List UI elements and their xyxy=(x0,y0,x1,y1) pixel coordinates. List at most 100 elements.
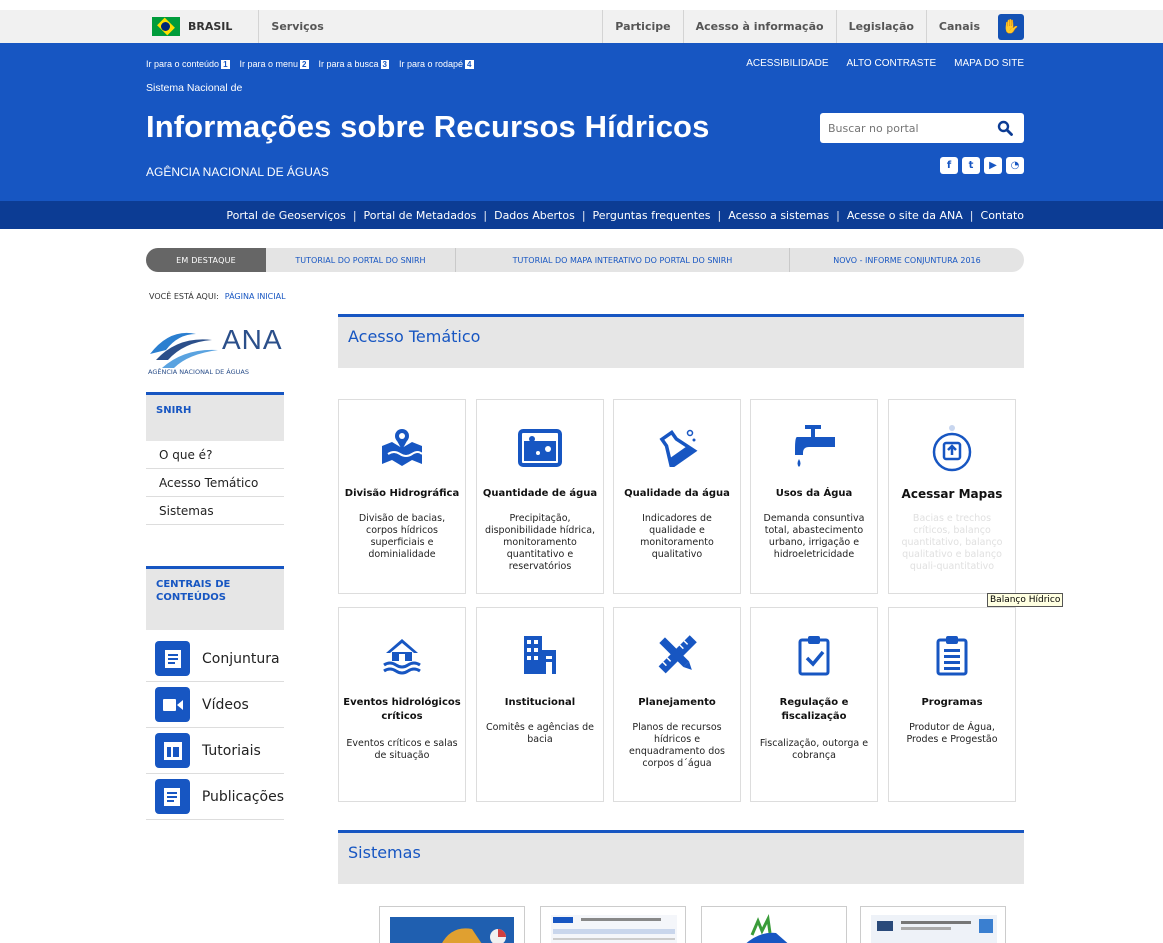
card-description: Comitês e agências de bacia xyxy=(486,722,594,745)
nav-dados-abertos[interactable]: Dados Abertos xyxy=(494,209,575,222)
card-acessar-mapas[interactable]: Acessar Mapas Bacias e trechos críticos,… xyxy=(888,399,1016,594)
card-description: Planos de recursos hídricos e enquadrame… xyxy=(629,722,725,769)
sidebar-item-sistemas[interactable]: Sistemas xyxy=(146,497,284,525)
sidebar-item-acesso-tematico[interactable]: Acesso Temático xyxy=(146,469,284,497)
card-quantidade-agua[interactable]: Quantidade de água Precipitação, disponi… xyxy=(476,399,604,594)
brasil-link[interactable]: BRASIL xyxy=(146,10,260,43)
highlight-tutorial-mapa[interactable]: TUTORIAL DO MAPA INTERATIVO DO PORTAL DO… xyxy=(456,248,790,272)
video-camera-icon xyxy=(155,687,190,722)
participe-link[interactable]: Participe xyxy=(602,10,682,43)
central-item-videos[interactable]: Vídeos xyxy=(146,682,284,728)
card-description: Divisão de bacias, corpos hídricos super… xyxy=(358,513,446,560)
card-institucional[interactable]: Institucional Comitês e agências de baci… xyxy=(476,607,604,802)
acessibilidade-link[interactable]: ACESSIBILIDADE xyxy=(746,58,828,69)
map-screenshot-icon xyxy=(390,917,514,943)
brasil-label: BRASIL xyxy=(188,20,233,33)
document-icon xyxy=(155,641,190,676)
card-title: Quantidade de água xyxy=(482,488,598,499)
alto-contraste-link[interactable]: ALTO CONTRASTE xyxy=(847,58,937,69)
rss-icon[interactable]: ◔ xyxy=(1006,157,1024,174)
flask-icon xyxy=(614,420,740,474)
acesso-informacao-link[interactable]: Acesso à informação xyxy=(682,10,836,43)
flood-house-icon xyxy=(339,628,465,682)
card-programas[interactable]: Programas Produtor de Água, Prodes e Pro… xyxy=(888,607,1016,802)
ana-wave-icon xyxy=(150,332,218,368)
skip-menu-link[interactable]: Ir para o menu 2 xyxy=(240,59,315,69)
card-description: Eventos críticos e salas de situação xyxy=(346,738,458,761)
centrais-title-line1: CENTRAIS DE xyxy=(156,579,231,590)
card-title: Divisão Hidrográfica xyxy=(344,488,460,499)
card-title: Usos da Água xyxy=(775,488,853,499)
water-tank-icon xyxy=(477,420,603,474)
building-icon xyxy=(477,628,603,682)
search-icon[interactable] xyxy=(990,120,1020,136)
card-description: Demanda consuntiva total, abastecimento … xyxy=(763,513,865,560)
ana-logo-text: ANA xyxy=(222,324,283,355)
highlights-label: EM DESTAQUE xyxy=(146,248,266,272)
central-item-label: Publicações xyxy=(201,788,284,805)
nav-acesso-sistemas[interactable]: Acesso a sistemas xyxy=(728,209,829,222)
ana-logo[interactable]: ANA AGÊNCIA NACIONAL DE ÁGUAS xyxy=(148,318,288,382)
layout-icon xyxy=(155,733,190,768)
card-regulacao[interactable]: Regulação e fiscalização Fiscalização, o… xyxy=(750,607,878,802)
card-title: Qualidade da água xyxy=(624,488,730,499)
youtube-icon[interactable]: ▶ xyxy=(984,157,1002,174)
site-title[interactable]: Informações sobre Recursos Hídricos xyxy=(146,109,709,145)
central-item-tutoriais[interactable]: Tutoriais xyxy=(146,728,284,774)
nav-metadados[interactable]: Portal de Metadados xyxy=(364,209,477,222)
search-input[interactable] xyxy=(820,114,990,142)
card-planejamento[interactable]: Planejamento Planos de recursos hídricos… xyxy=(613,607,741,802)
breadcrumb-home[interactable]: PÁGINA INICIAL xyxy=(225,292,286,301)
facebook-icon[interactable]: f xyxy=(940,157,958,174)
skip-footer-link[interactable]: Ir para o rodapé 4 xyxy=(399,59,480,69)
card-title: Eventos hidrológicos críticos xyxy=(343,697,461,722)
central-item-label: Conjuntura xyxy=(202,650,280,667)
canais-link[interactable]: Canais xyxy=(925,10,992,43)
sidebar-item-o-que-e[interactable]: O que é? xyxy=(146,441,284,469)
central-item-publicacoes[interactable]: Publicações xyxy=(146,774,284,820)
nav-contato[interactable]: Contato xyxy=(981,209,1024,222)
main-nav: Portal de Geoserviços | Portal de Metadad… xyxy=(0,201,1163,229)
central-item-label: Tutoriais xyxy=(202,742,261,759)
skip-content-link[interactable]: Ir para o conteúdo 1 xyxy=(146,59,236,69)
legislacao-link[interactable]: Legislação xyxy=(835,10,926,43)
snirh-header: SNIRH xyxy=(146,392,284,441)
mapa-do-site-link[interactable]: MAPA DO SITE xyxy=(954,58,1024,69)
twitter-icon[interactable]: t xyxy=(962,157,980,174)
card-eventos-hidrologicos[interactable]: Eventos hidrológicos críticos Eventos cr… xyxy=(338,607,466,802)
map-upload-icon xyxy=(889,420,1015,474)
card-description: Precipitação, disponibilidade hídrica, m… xyxy=(484,513,596,572)
card-description: Produtor de Água, Prodes e Progestão xyxy=(906,722,998,745)
card-qualidade-agua[interactable]: Qualidade da água Indicadores de qualida… xyxy=(613,399,741,594)
sistema-thumb-1[interactable] xyxy=(379,906,525,943)
card-title: Planejamento xyxy=(638,697,716,708)
sistema-thumb-3[interactable] xyxy=(701,906,847,943)
site-subtitle: Sistema Nacional de xyxy=(146,82,243,94)
sistemas-title: Sistemas xyxy=(338,830,1024,884)
servicos-link[interactable]: Serviços xyxy=(259,20,323,33)
sistema-thumb-2[interactable] xyxy=(540,906,686,943)
central-item-conjuntura[interactable]: Conjuntura xyxy=(146,636,284,682)
sistema-thumb-4[interactable] xyxy=(860,906,1006,943)
highlight-tutorial-portal[interactable]: TUTORIAL DO PORTAL DO SNIRH xyxy=(266,248,456,272)
nav-site-ana[interactable]: Acesse o site da ANA xyxy=(847,209,963,222)
card-description: Bacias e trechos críticos, balanço quant… xyxy=(901,513,1003,572)
card-divisao-hidrografica[interactable]: Divisão Hidrográfica Divisão de bacias, … xyxy=(338,399,466,594)
search-box xyxy=(820,113,1024,143)
card-description: Fiscalização, outorga e cobrança xyxy=(759,738,869,761)
nav-perguntas[interactable]: Perguntas frequentes xyxy=(593,209,711,222)
highlights-bar: EM DESTAQUE TUTORIAL DO PORTAL DO SNIRH … xyxy=(146,248,1024,272)
webpage-screenshot-icon xyxy=(551,915,677,943)
card-usos-agua[interactable]: Usos da Água Demanda consuntiva total, a… xyxy=(750,399,878,594)
skip-search-link[interactable]: Ir para a busca 3 xyxy=(319,59,396,69)
highlight-informe[interactable]: NOVO - INFORME CONJUNTURA 2016 xyxy=(790,248,1024,272)
logo-screenshot-icon xyxy=(746,914,788,943)
centrais-header: CENTRAIS DE CONTEÚDOS xyxy=(146,566,284,630)
tooltip: Balanço Hídrico xyxy=(987,593,1064,607)
nav-geoservicos[interactable]: Portal de Geoserviços xyxy=(226,209,345,222)
breadcrumb: VOCÊ ESTÁ AQUI: PÁGINA INICIAL xyxy=(149,292,286,301)
vlibras-icon[interactable]: ✋ xyxy=(998,13,1024,40)
clipboard-list-icon xyxy=(889,628,1015,682)
pencil-ruler-icon xyxy=(614,628,740,682)
site-header: Ir para o conteúdo 1 Ir para o menu 2 Ir p… xyxy=(0,43,1163,201)
